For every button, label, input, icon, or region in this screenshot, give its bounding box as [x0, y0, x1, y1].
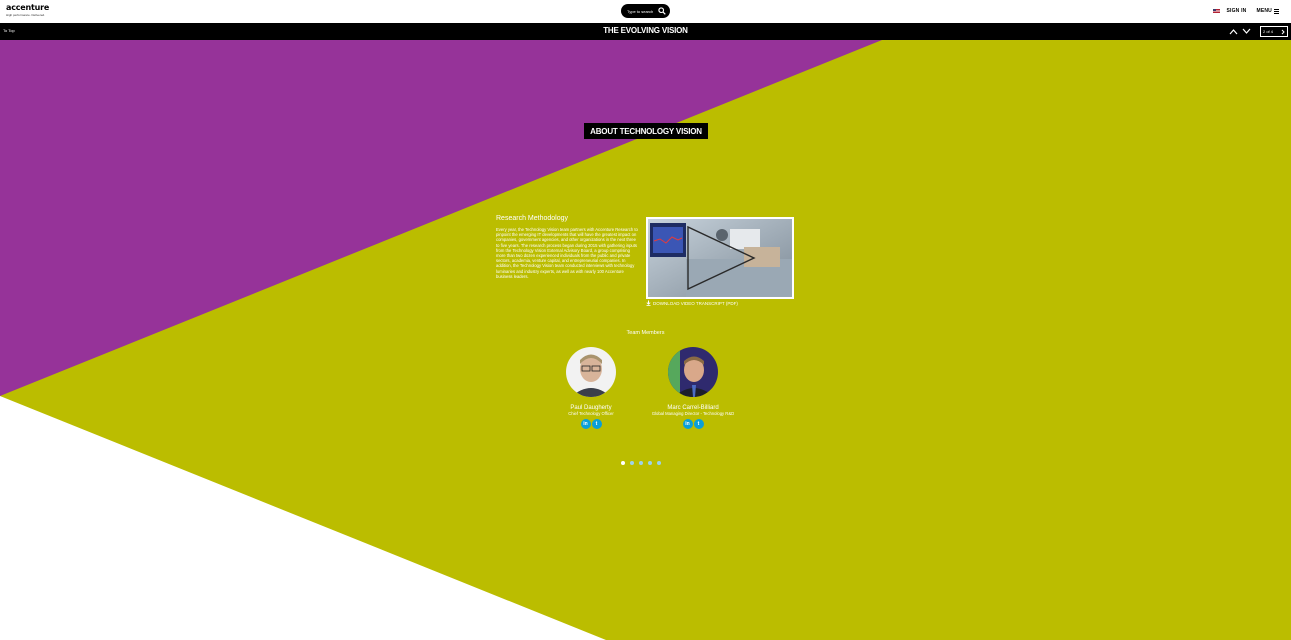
team-member-card: Marc Carrel-Billiard Global Managing Dir… — [638, 347, 748, 429]
twitter-icon[interactable]: t — [693, 419, 704, 429]
download-transcript-link[interactable]: DOWNLOAD VIDEO TRANSCRIPT (PDF) — [646, 300, 738, 306]
pagination-dot[interactable] — [621, 461, 625, 465]
search-input[interactable]: Type to search — [621, 4, 670, 18]
search-icon — [658, 7, 666, 15]
logo-name: accenture — [6, 3, 50, 12]
search-placeholder: Type to search — [627, 8, 654, 14]
social-links: in t — [536, 419, 646, 429]
team-member-card: Paul Daugherty Chief Technology Officer … — [536, 347, 646, 429]
pagination-dot[interactable] — [657, 461, 661, 465]
hamburger-icon — [1274, 8, 1279, 14]
sign-in-link[interactable]: SIGN IN — [1226, 8, 1246, 14]
chevron-down-icon[interactable] — [1242, 28, 1251, 35]
member-role: Global Managing Director - Technology R&… — [651, 411, 735, 416]
section-bar: To Top THE EVOLVING VISION 2 of 4 — [0, 23, 1291, 40]
social-links: in t — [638, 419, 748, 429]
chevron-up-icon[interactable] — [1229, 28, 1238, 35]
pagination-dot[interactable] — [648, 461, 652, 465]
pager-text: 2 of 4 — [1263, 29, 1274, 34]
download-label: DOWNLOAD VIDEO TRANSCRIPT (PDF) — [653, 300, 738, 306]
pagination-dot[interactable] — [639, 461, 643, 465]
video-player[interactable] — [646, 217, 794, 299]
avatar — [566, 347, 616, 397]
member-role: Chief Technology Officer — [568, 411, 614, 416]
chevron-right-icon — [1281, 29, 1285, 34]
linkedin-icon[interactable]: in — [580, 419, 591, 429]
avatar — [668, 347, 718, 397]
methodology-body: Every year, the Technology Vision team p… — [496, 227, 638, 279]
about-heading: ABOUT TECHNOLOGY VISION — [584, 123, 708, 139]
pagination-dots — [621, 461, 661, 465]
page-indicator[interactable]: 2 of 4 — [1260, 26, 1288, 37]
download-icon — [646, 300, 651, 306]
video-thumbnail — [648, 219, 792, 297]
menu-button[interactable]: MENU — [1256, 8, 1279, 14]
accenture-logo[interactable]: accenture High performance. Delivered. — [6, 3, 49, 18]
menu-label: MENU — [1256, 8, 1272, 14]
pagination-dot[interactable] — [630, 461, 634, 465]
top-header: accenture High performance. Delivered. T… — [0, 0, 1291, 23]
right-nav: SIGN IN MENU — [1213, 8, 1279, 14]
twitter-icon[interactable]: t — [591, 419, 602, 429]
team-members-title: Team Members — [626, 330, 665, 336]
section-title: THE EVOLVING VISION — [603, 26, 688, 35]
us-flag-icon[interactable] — [1213, 9, 1221, 13]
section-arrows — [1229, 28, 1251, 35]
methodology-title: Research Methodology — [496, 215, 568, 222]
logo-tagline: High performance. Delivered. — [6, 13, 46, 17]
linkedin-icon[interactable]: in — [682, 419, 693, 429]
